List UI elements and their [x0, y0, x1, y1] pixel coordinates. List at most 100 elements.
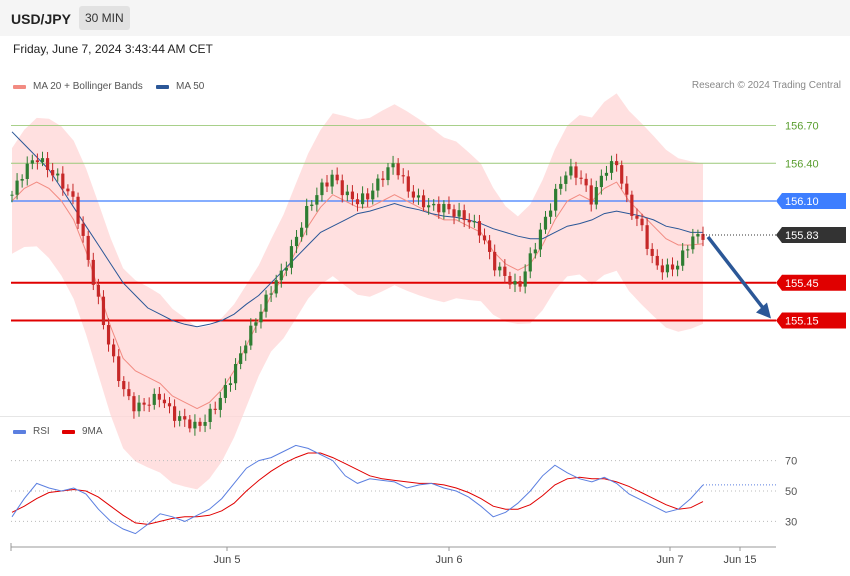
- candle-body: [188, 419, 192, 429]
- candle-body: [218, 397, 222, 410]
- time-label-jun-6: Jun 6: [436, 554, 463, 566]
- candle-body: [117, 356, 121, 382]
- candle-body: [416, 195, 421, 198]
- candle-body: [294, 236, 299, 247]
- candle-body: [630, 194, 634, 216]
- candle-body: [56, 173, 60, 176]
- candle-body: [655, 255, 659, 266]
- candle-body: [604, 172, 609, 176]
- candle-body: [223, 385, 227, 398]
- candle-body: [30, 160, 34, 164]
- candle-body: [127, 389, 131, 397]
- candle-body: [645, 225, 649, 249]
- candle-body: [559, 183, 563, 189]
- candle-body: [594, 187, 598, 205]
- candle-body: [620, 165, 624, 184]
- candle-body: [320, 182, 324, 196]
- candle-body: [579, 177, 583, 179]
- candle-body: [259, 311, 263, 323]
- candle-body: [147, 404, 151, 406]
- level-label-156.70: 156.70: [785, 121, 819, 133]
- level-label-155.15: 155.15: [785, 316, 819, 328]
- candle-body: [193, 421, 197, 429]
- candle-body: [25, 163, 29, 179]
- candle-body: [681, 250, 685, 266]
- candle-body: [432, 203, 436, 206]
- candle-body: [152, 393, 156, 405]
- candle-body: [71, 191, 75, 197]
- candle-body: [51, 169, 55, 176]
- candle-body: [254, 322, 258, 326]
- chart-canvas[interactable]: 156.70 156.40 156.10 155.45 155.15 155.83 30 50…: [0, 0, 850, 576]
- candle-body: [493, 251, 497, 271]
- candle-body: [284, 267, 288, 271]
- candle-body: [498, 266, 502, 271]
- candle-body: [574, 166, 578, 178]
- candle-body: [289, 246, 294, 268]
- candle-body: [625, 183, 629, 195]
- rsi-tick-50: 50: [785, 486, 797, 498]
- candle-body: [406, 176, 410, 192]
- candle-body: [264, 294, 268, 312]
- candle-body: [411, 191, 415, 198]
- candle-body: [518, 281, 522, 287]
- time-label-jun-5: Jun 5: [214, 554, 241, 566]
- candle-body: [523, 271, 527, 287]
- candle-body: [635, 215, 639, 219]
- rsi-9ma-line: [11, 452, 704, 525]
- candle-body: [584, 178, 588, 186]
- candle-body: [10, 194, 14, 196]
- candle-body: [106, 325, 111, 345]
- candle-body: [442, 203, 446, 213]
- forecast-arrow-head: [756, 302, 771, 319]
- candle-body: [15, 180, 19, 195]
- candle-body: [101, 296, 106, 326]
- candle-body: [162, 399, 167, 404]
- forecast-arrow-shaft: [706, 235, 767, 312]
- candle-body: [665, 264, 670, 273]
- candle-body: [503, 266, 507, 276]
- candle-body: [371, 190, 375, 200]
- candle-body: [157, 393, 161, 400]
- candle-body: [533, 249, 537, 254]
- candle-body: [122, 381, 126, 390]
- candle-body: [137, 402, 141, 412]
- bollinger-band: [12, 93, 703, 490]
- candle-body: [599, 175, 603, 188]
- candle-body: [564, 175, 568, 184]
- rsi-tick-30: 30: [785, 516, 797, 528]
- candle-body: [228, 383, 233, 386]
- candle-body: [167, 403, 172, 407]
- candle-body: [66, 188, 70, 192]
- candle-body: [640, 218, 644, 226]
- candle-body: [452, 209, 456, 217]
- candle-body: [538, 229, 543, 250]
- candle-body: [274, 280, 278, 294]
- candle-body: [96, 284, 100, 297]
- candle-body: [477, 221, 482, 236]
- candle-body: [239, 353, 243, 365]
- candle-body: [396, 163, 400, 176]
- candle-body: [91, 259, 95, 285]
- candle-body: [554, 188, 558, 211]
- candle-body: [20, 178, 24, 181]
- candle-body: [233, 364, 238, 384]
- candle-body: [178, 416, 182, 421]
- rsi-line: [11, 444, 704, 535]
- candle-body: [366, 193, 370, 200]
- candle-body: [350, 191, 355, 200]
- candle-body: [589, 185, 593, 205]
- candle-body: [548, 210, 553, 217]
- candle-body: [691, 236, 695, 250]
- candle-body: [376, 178, 380, 191]
- candle-body: [61, 173, 65, 189]
- candle-body: [76, 196, 80, 224]
- current-price-label: 155.83: [785, 230, 819, 242]
- candle-body: [310, 204, 314, 206]
- candle-body: [457, 210, 461, 217]
- candle-body: [569, 166, 573, 176]
- candle-body: [112, 344, 116, 357]
- candle-body: [391, 163, 395, 168]
- candle-body: [172, 406, 177, 421]
- rsi-tick-70: 70: [785, 456, 797, 468]
